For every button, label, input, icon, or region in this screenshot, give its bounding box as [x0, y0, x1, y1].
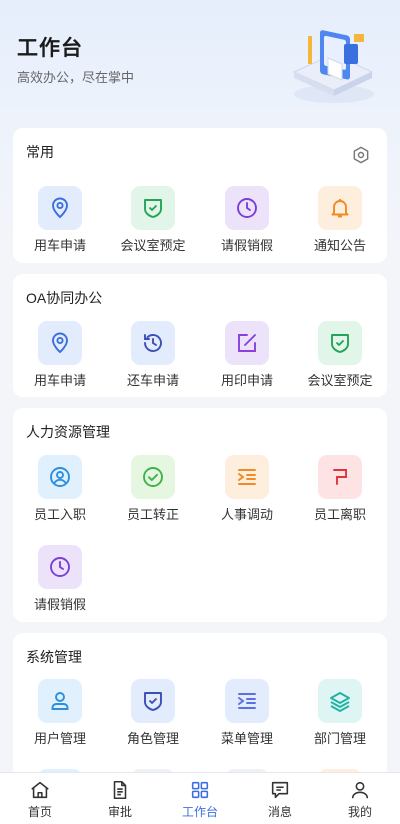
- car-return-tile[interactable]: [131, 321, 175, 365]
- roles-tile[interactable]: [131, 679, 175, 723]
- item-label: 还车申请: [126, 373, 179, 388]
- sys-departments[interactable]: 部门管理: [293, 679, 387, 747]
- document-icon: [113, 780, 127, 800]
- history-icon: [144, 334, 162, 352]
- item-label: 用户管理: [33, 731, 86, 746]
- tab-home[interactable]: 首页: [0, 773, 80, 824]
- exit-bracket-icon: [333, 469, 347, 485]
- section-oa: OA协同办公 用车申请 还车申请 用印申请 会议室预定: [13, 274, 387, 397]
- oa-seal-request[interactable]: 用印申请: [200, 321, 294, 389]
- seal-request-tile[interactable]: [225, 321, 269, 365]
- shortcut-meeting-room[interactable]: 会议室预定: [106, 186, 200, 254]
- item-label: 部门管理: [313, 731, 366, 746]
- section-title: OA协同办公: [26, 290, 103, 306]
- hr-resignation[interactable]: 员工离职: [293, 455, 387, 523]
- shortcut-leave[interactable]: 请假销假: [200, 186, 294, 254]
- item-label: 用车申请: [33, 373, 86, 388]
- item-label: 会议室预定: [120, 238, 186, 253]
- leave-tile[interactable]: [38, 545, 82, 589]
- indent-list-icon: [238, 693, 256, 709]
- header: 工作台 高效办公，尽在掌中: [0, 0, 400, 120]
- section-system: 系统管理 用户管理 角色管理 菜单管理 部门管理: [13, 633, 387, 813]
- item-label: 请假销假: [33, 597, 86, 612]
- users-tile[interactable]: [38, 679, 82, 723]
- item-label: 菜单管理: [220, 731, 273, 746]
- home-icon: [31, 781, 49, 799]
- hr-onboarding[interactable]: 员工入职: [13, 455, 107, 523]
- item-label: 用印申请: [220, 373, 273, 388]
- bell-icon: [331, 199, 349, 218]
- tab-label: 消息: [267, 805, 292, 819]
- shield-check-icon: [331, 334, 349, 353]
- item-label: 员工入职: [33, 507, 86, 522]
- menus-tile[interactable]: [225, 679, 269, 723]
- person-icon: [351, 781, 369, 799]
- regularization-tile[interactable]: [131, 455, 175, 499]
- notice-tile[interactable]: [318, 186, 362, 230]
- car-request-tile[interactable]: [38, 321, 82, 365]
- settings-icon[interactable]: [352, 146, 370, 164]
- sys-roles[interactable]: 角色管理: [106, 679, 200, 747]
- hr-regularization[interactable]: 员工转正: [106, 455, 200, 523]
- location-pin-icon: [52, 197, 68, 219]
- tab-label: 我的: [347, 805, 372, 819]
- check-circle-icon: [143, 467, 163, 487]
- tab-workbench[interactable]: 工作台: [160, 773, 240, 824]
- item-label: 会议室预定: [307, 373, 373, 388]
- sys-users[interactable]: 用户管理: [13, 679, 107, 747]
- hr-transfer[interactable]: 人事调动: [200, 455, 294, 523]
- resignation-tile[interactable]: [318, 455, 362, 499]
- tab-profile[interactable]: 我的: [320, 773, 400, 824]
- user-circle-icon: [50, 467, 70, 487]
- item-label: 人事调动: [220, 507, 273, 522]
- leave-tile[interactable]: [225, 186, 269, 230]
- section-title: 系统管理: [26, 649, 82, 665]
- onboarding-tile[interactable]: [38, 455, 82, 499]
- bottom-tab-bar: 首页 审批 工作台 消息 我的: [0, 772, 400, 824]
- departments-tile[interactable]: [318, 679, 362, 723]
- item-label: 请假销假: [220, 238, 273, 253]
- section-title: 人力资源管理: [26, 424, 110, 440]
- item-label: 角色管理: [126, 731, 179, 746]
- message-icon: [271, 781, 289, 799]
- item-label: 员工转正: [126, 507, 179, 522]
- indent-list-icon: [238, 469, 256, 485]
- meeting-room-tile[interactable]: [318, 321, 362, 365]
- tab-label: 审批: [107, 805, 132, 819]
- transfer-tile[interactable]: [225, 455, 269, 499]
- section-hr: 人力资源管理 员工入职 员工转正 人事调动 员工离职 请假销假: [13, 408, 387, 622]
- page-subtitle: 高效办公，尽在掌中: [17, 70, 135, 85]
- tab-label: 工作台: [181, 805, 218, 819]
- edit-square-icon: [238, 334, 256, 352]
- section-common: 常用 用车申请 会议室预定 请假销假 通知公告: [13, 128, 387, 263]
- layers-icon: [330, 692, 350, 712]
- user-icon: [51, 692, 69, 710]
- shield-check-icon: [144, 692, 162, 711]
- clock-icon: [50, 557, 70, 577]
- oa-car-return[interactable]: 还车申请: [106, 321, 200, 389]
- hr-leave[interactable]: 请假销假: [13, 545, 107, 613]
- tab-messages[interactable]: 消息: [240, 773, 320, 824]
- oa-meeting-room[interactable]: 会议室预定: [293, 321, 387, 389]
- location-pin-icon: [52, 332, 68, 354]
- shield-check-icon: [144, 199, 162, 218]
- item-label: 用车申请: [33, 238, 86, 253]
- sys-menus[interactable]: 菜单管理: [200, 679, 294, 747]
- grid-icon: [191, 781, 209, 799]
- item-label: 通知公告: [313, 238, 366, 253]
- item-label: 员工离职: [313, 507, 366, 522]
- page-title: 工作台: [17, 37, 83, 60]
- car-request-tile[interactable]: [38, 186, 82, 230]
- section-title: 常用: [26, 144, 54, 160]
- workspace-illustration: [292, 30, 374, 103]
- shortcut-notice[interactable]: 通知公告: [293, 186, 387, 254]
- meeting-room-tile[interactable]: [131, 186, 175, 230]
- tab-label: 首页: [27, 805, 52, 819]
- tab-approval[interactable]: 审批: [80, 773, 160, 824]
- oa-car-request[interactable]: 用车申请: [13, 321, 107, 389]
- shortcut-car-request[interactable]: 用车申请: [13, 186, 107, 254]
- clock-icon: [237, 198, 257, 218]
